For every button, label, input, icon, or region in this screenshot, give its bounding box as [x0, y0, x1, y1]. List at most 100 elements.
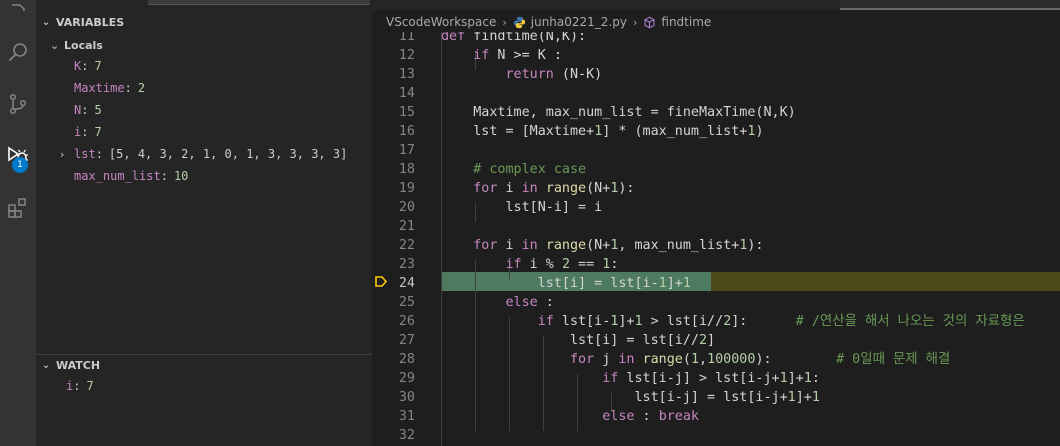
code-line[interactable]: 23 if i % 2 == 1:: [372, 255, 1060, 274]
extensions-icon[interactable]: [0, 190, 36, 226]
chevron-down-icon: ⌄: [41, 360, 51, 371]
search-icon[interactable]: [0, 34, 36, 70]
code-text[interactable]: lst[i-j] = lst[i-j+1]+1: [441, 388, 819, 407]
line-number[interactable]: 18: [372, 160, 415, 179]
breadcrumb-symbol[interactable]: findtime: [661, 15, 711, 29]
line-number[interactable]: 16: [372, 122, 415, 141]
locals-scope-label: Locals: [64, 38, 103, 52]
line-number[interactable]: 31: [372, 407, 415, 426]
variable-value: 2: [137, 81, 146, 95]
breadcrumb-folder[interactable]: VScodeWorkspace: [386, 15, 496, 29]
code-text[interactable]: if i % 2 == 1:: [441, 255, 619, 274]
line-number[interactable]: 19: [372, 179, 415, 198]
code-line[interactable]: 17: [372, 141, 1060, 160]
variable-row-N[interactable]: N:5: [74, 99, 102, 121]
code-line[interactable]: 31 else : break: [372, 407, 1060, 426]
code-text[interactable]: Maxtime, max_num_list = fineMaxTime(N,K): [441, 103, 796, 122]
watch-value: 7: [86, 379, 94, 393]
chevron-right-icon[interactable]: ›: [60, 148, 74, 161]
debug-badge: 1: [12, 157, 28, 173]
source-control-icon[interactable]: [0, 86, 36, 122]
code-text[interactable]: else : break: [441, 407, 699, 426]
code-line[interactable]: 19 for i in range(N+1):: [372, 179, 1060, 198]
variable-name: K: [74, 59, 82, 73]
code-line[interactable]: 13 return (N-K): [372, 65, 1060, 84]
overlay-edge: [840, 0, 1060, 10]
code-text[interactable]: for i in range(N+1):: [441, 179, 634, 198]
code-text[interactable]: if lst[i-j] > lst[i-j+1]+1:: [441, 369, 820, 388]
locals-scope[interactable]: ⌄ Locals: [50, 34, 103, 56]
line-number[interactable]: 29: [372, 369, 415, 388]
code-line[interactable]: 28 for j in range(1,100000): # 0일때 문제 해결: [372, 350, 1060, 369]
variable-row-Maxtime[interactable]: Maxtime:2: [74, 77, 145, 99]
code-text[interactable]: for i in range(N+1, max_num_list+1):: [441, 236, 763, 255]
watch-expression: i: [66, 379, 74, 393]
code-text[interactable]: else :: [441, 293, 554, 312]
code-text[interactable]: def findtime(N,K):: [441, 32, 586, 46]
code-text[interactable]: if lst[i-1]+1 > lst[i//2]: # /연산을 해서 나오는…: [441, 312, 1025, 331]
code-line[interactable]: 11 def findtime(N,K):: [372, 32, 1060, 46]
code-line[interactable]: 32: [372, 426, 1060, 445]
code-line[interactable]: 27 lst[i] = lst[i//2]: [372, 331, 1060, 350]
line-number[interactable]: 22: [372, 236, 415, 255]
code-line[interactable]: 30 lst[i-j] = lst[i-j+1]+1: [372, 388, 1060, 407]
line-number[interactable]: 12: [372, 46, 415, 65]
variable-name: N: [74, 103, 82, 117]
code-line[interactable]: 12 if N >= K :: [372, 46, 1060, 65]
variable-value: 10: [173, 169, 189, 183]
method-cube-icon: [644, 16, 655, 28]
code-text[interactable]: if N >= K :: [441, 46, 562, 65]
variable-name: max_num_list: [74, 169, 161, 183]
code-line[interactable]: 25 else :: [372, 293, 1060, 312]
watch-section-header[interactable]: ⌄ WATCH: [36, 354, 372, 376]
variable-row-max_num_list[interactable]: max_num_list:10: [74, 165, 188, 187]
variable-row-lst[interactable]: › lst: [5, 4, 3, 2, 1, 0, 1, 3, 3, 3, 3]: [60, 143, 347, 165]
line-number[interactable]: 17: [372, 141, 415, 160]
debug-current-line-arrow-icon[interactable]: [374, 272, 388, 291]
breadcrumb-file[interactable]: junha0221_2.py: [531, 15, 627, 29]
code-text[interactable]: lst = [Maxtime+1] * (max_num_list+1): [441, 122, 763, 141]
code-line[interactable]: 22 for i in range(N+1, max_num_list+1):: [372, 236, 1060, 255]
line-number[interactable]: 32: [372, 426, 415, 445]
line-number[interactable]: 15: [372, 103, 415, 122]
variable-value: [5, 4, 3, 2, 1, 0, 1, 3, 3, 3, 3]: [108, 147, 348, 161]
watch-row-i[interactable]: i:7: [66, 375, 94, 397]
variable-name: Maxtime: [74, 81, 125, 95]
code-line[interactable]: 18 # complex case: [372, 160, 1060, 179]
code-line[interactable]: 21: [372, 217, 1060, 236]
variable-value: 7: [94, 59, 102, 73]
debug-toolbar-edge: [148, 0, 370, 5]
line-number[interactable]: 26: [372, 312, 415, 331]
code-line[interactable]: 16 lst = [Maxtime+1] * (max_num_list+1): [372, 122, 1060, 141]
variable-row-K[interactable]: K:7: [74, 55, 102, 77]
debug-sidebar: ⌄ VARIABLES ⌄ Locals K:7 Maxtime:2 N:5 i…: [36, 0, 372, 446]
code-line[interactable]: 24 lst[i] = lst[i-1]+1: [372, 274, 1060, 293]
code-text[interactable]: for j in range(1,100000): # 0일때 문제 해결: [441, 350, 950, 369]
variables-section-header[interactable]: ⌄ VARIABLES: [36, 11, 372, 33]
line-number[interactable]: 27: [372, 331, 415, 350]
code-text[interactable]: return (N-K): [441, 65, 603, 84]
code-line[interactable]: 15 Maxtime, max_num_list = fineMaxTime(N…: [372, 103, 1060, 122]
code-line[interactable]: 20 lst[N-i] = i: [372, 198, 1060, 217]
line-number[interactable]: 11: [372, 32, 415, 46]
variable-row-i[interactable]: i:7: [74, 121, 102, 143]
explorer-icon[interactable]: [0, 0, 36, 32]
code-text[interactable]: lst[i] = lst[i//2]: [441, 331, 715, 350]
line-number[interactable]: 21: [372, 217, 415, 236]
variable-name: lst: [74, 147, 96, 161]
code-text[interactable]: # complex case: [441, 160, 586, 179]
line-number[interactable]: 14: [372, 84, 415, 103]
code-area[interactable]: 11 def findtime(N,K): 12 if N >= K :13 ret…: [372, 32, 1060, 446]
code-line[interactable]: 29 if lst[i-j] > lst[i-j+1]+1:: [372, 369, 1060, 388]
line-number[interactable]: 25: [372, 293, 415, 312]
variable-value: 7: [94, 125, 102, 139]
chevron-right-icon: ›: [502, 15, 507, 29]
code-line[interactable]: 26 if lst[i-1]+1 > lst[i//2]: # /연산을 해서 …: [372, 312, 1060, 331]
code-line[interactable]: 14: [372, 84, 1060, 103]
line-number[interactable]: 28: [372, 350, 415, 369]
line-number[interactable]: 30: [372, 388, 415, 407]
code-text[interactable]: lst[N-i] = i: [441, 198, 602, 217]
line-number[interactable]: 20: [372, 198, 415, 217]
line-number[interactable]: 13: [372, 65, 415, 84]
code-text[interactable]: lst[i] = lst[i-1]+1: [441, 274, 691, 293]
